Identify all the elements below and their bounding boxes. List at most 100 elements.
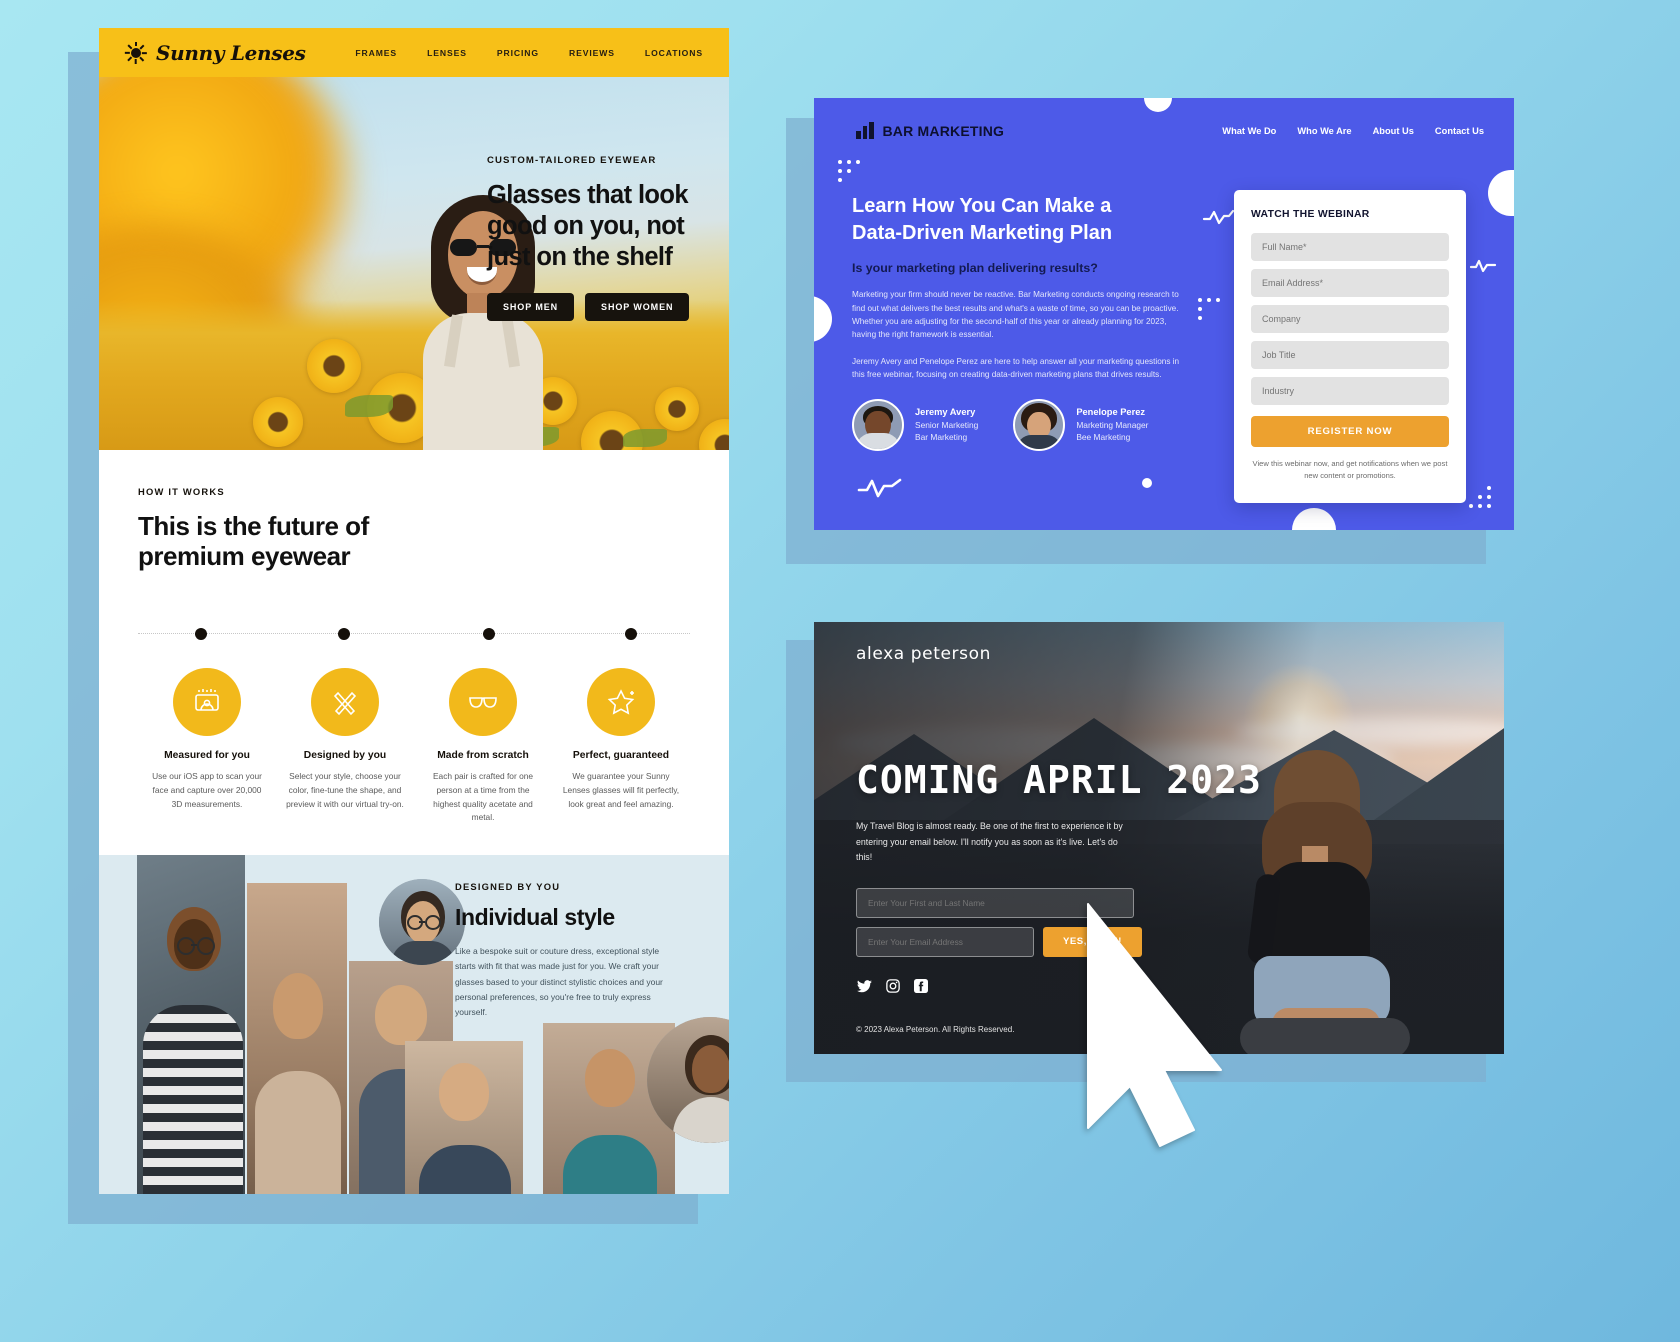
hero-heading-line-3: just on the shelf <box>487 243 673 272</box>
hero-buttons: SHOP MEN SHOP WOMEN <box>487 293 712 322</box>
hero-eyebrow: CUSTOM-TAILORED EYEWEAR <box>487 155 657 166</box>
leaf <box>345 395 393 417</box>
sunny-logo[interactable]: Sunny Lenses <box>125 41 306 65</box>
sunny-hero-copy: CUSTOM-TAILORED EYEWEAR Glasses that loo… <box>487 155 712 322</box>
decor-half-circle <box>814 296 832 342</box>
how-it-works-heading: This is the future of premium eyewear <box>138 511 690 572</box>
individual-style-section: DESIGNED BY YOU Individual style Like a … <box>99 855 729 1194</box>
email-address-input[interactable] <box>856 926 1034 957</box>
sunny-nav-list: FRAMES LENSES PRICING REVIEWS LOCATIONS <box>355 48 703 58</box>
feature-title: Designed by you <box>303 749 387 761</box>
how-heading-line-2: premium eyewear <box>138 541 351 572</box>
feature-card: Measured for you Use our iOS app to scan… <box>138 667 276 825</box>
feature-card: Perfect, guaranteed We guarantee your Su… <box>552 667 690 825</box>
portrait-photo-circle <box>379 879 465 966</box>
bar-chart-icon <box>856 122 874 139</box>
feature-text: Each pair is crafted for one person at a… <box>432 770 534 823</box>
feature-card: Designed by you Select your style, choos… <box>276 667 414 825</box>
feature-text: We guarantee your Sunny Lenses glasses w… <box>562 770 680 809</box>
speaker-role: Marketing Manager Bee Marketing <box>1076 420 1148 444</box>
company-input[interactable] <box>1251 305 1449 333</box>
bar-speakers: Jeremy Avery Senior Marketing Bar Market… <box>852 399 1182 452</box>
speaker-role-line-2: Bar Marketing <box>915 431 968 442</box>
sunny-navbar: Sunny Lenses FRAMES LENSES PRICING REVIE… <box>99 28 729 77</box>
sunflower <box>253 397 303 447</box>
shop-men-button[interactable]: SHOP MEN <box>487 293 575 322</box>
pencil-ruler-icon <box>311 667 379 736</box>
bar-subheading: Is your marketing plan delivering result… <box>852 261 1098 276</box>
pulse-line-icon <box>1469 258 1497 279</box>
portrait-photo <box>247 883 347 1194</box>
webinar-form-title: WATCH THE WEBINAR <box>1251 209 1370 220</box>
email-address-input[interactable] <box>1251 269 1449 297</box>
bar-logo[interactable]: BAR MARKETING <box>856 122 1004 139</box>
dot-grid-decoration <box>838 160 860 182</box>
feature-text: Use our iOS app to scan your face and ca… <box>152 770 262 809</box>
sunflower <box>307 339 361 393</box>
bar-nav-item-what-we-do[interactable]: What We Do <box>1222 126 1276 136</box>
sunny-nav-item-frames[interactable]: FRAMES <box>355 48 397 58</box>
bar-paragraph-2: Jeremy Avery and Penelope Perez are here… <box>852 356 1180 379</box>
register-now-button[interactable]: REGISTER NOW <box>1251 416 1449 447</box>
sunny-nav-item-pricing[interactable]: PRICING <box>497 48 539 58</box>
sun-icon <box>125 41 148 64</box>
sunny-nav-item-locations[interactable]: LOCATIONS <box>645 48 703 58</box>
bar-heading-line-2: Data-Driven Marketing Plan <box>852 222 1113 245</box>
individual-style-label: DESIGNED BY YOU <box>455 881 561 893</box>
copyright-text: © 2023 Alexa Peterson. All Rights Reserv… <box>856 1025 1015 1034</box>
sunny-hero: CUSTOM-TAILORED EYEWEAR Glasses that loo… <box>99 77 729 450</box>
bar-nav-item-contact-us[interactable]: Contact Us <box>1435 126 1484 136</box>
speaker-role-line-1: Senior Marketing <box>915 419 979 430</box>
star-badge-icon <box>587 667 655 736</box>
individual-style-text: Like a bespoke suit or couture dress, ex… <box>455 946 663 1017</box>
bar-marketing-content: Learn How You Can Make a Data-Driven Mar… <box>852 193 1182 452</box>
glasses-icon <box>449 667 517 736</box>
feature-text: Select your style, choose your color, fi… <box>286 770 404 809</box>
pulse-line-icon <box>856 476 904 505</box>
sunny-nav-item-lenses[interactable]: LENSES <box>427 48 467 58</box>
step-dot-1 <box>195 627 207 640</box>
sunny-lenses-page: Sunny Lenses FRAMES LENSES PRICING REVIE… <box>99 28 729 1194</box>
how-it-works-section: HOW IT WORKS This is the future of premi… <box>99 450 729 856</box>
sunny-nav-item-reviews[interactable]: REVIEWS <box>569 48 615 58</box>
bar-nav-item-who-we-are[interactable]: Who We Are <box>1297 126 1351 136</box>
job-title-input[interactable] <box>1251 341 1449 369</box>
dot-grid-decoration <box>1198 298 1220 320</box>
portrait-photo <box>137 855 245 1194</box>
hero-heading-line-2: good on you, not <box>487 212 685 241</box>
how-it-works-cards: Measured for you Use our iOS app to scan… <box>138 667 690 825</box>
bar-heading-line-1: Learn How You Can Make a <box>852 195 1112 217</box>
dot-grid-decoration <box>1469 486 1491 508</box>
speaker-role: Senior Marketing Bar Marketing <box>915 420 978 444</box>
speaker-name: Jeremy Avery <box>915 406 976 417</box>
speaker-role-line-1: Marketing Manager <box>1076 419 1149 430</box>
sunny-brand-name: Sunny Lenses <box>156 40 306 65</box>
step-dot-3 <box>483 627 495 640</box>
alexa-paragraph: My Travel Blog is almost ready. Be one o… <box>856 821 1123 863</box>
bar-paragraph-1: Marketing your firm should never be reac… <box>852 290 1179 340</box>
how-heading-line-1: This is the future of <box>138 511 369 541</box>
decor-circle <box>1292 508 1336 530</box>
mouse-pointer-icon <box>1082 900 1227 1150</box>
full-name-input[interactable] <box>1251 233 1449 261</box>
speaker-role-line-2: Bee Marketing <box>1076 431 1131 442</box>
pulse-line-icon <box>1202 208 1236 231</box>
industry-input[interactable] <box>1251 377 1449 405</box>
portrait-photo-circle <box>647 1017 729 1144</box>
alexa-logo[interactable]: alexa peterson <box>856 644 1276 664</box>
feature-card: Made from scratch Each pair is crafted f… <box>414 667 552 825</box>
facebook-icon[interactable] <box>912 978 929 995</box>
bar-nav-item-about-us[interactable]: About Us <box>1373 126 1414 136</box>
bar-brand-name: BAR MARKETING <box>882 122 1005 139</box>
webinar-form: WATCH THE WEBINAR REGISTER NOW View this… <box>1234 190 1466 503</box>
instagram-icon[interactable] <box>884 978 901 995</box>
bar-heading: Learn How You Can Make a Data-Driven Mar… <box>852 193 1182 247</box>
step-dot-2 <box>338 627 350 640</box>
shop-women-button[interactable]: SHOP WOMEN <box>585 293 690 322</box>
speaker-name: Penelope Perez <box>1076 406 1146 417</box>
how-it-works-label: HOW IT WORKS <box>138 486 225 497</box>
twitter-icon[interactable] <box>856 978 873 995</box>
hero-heading-line-1: Glasses that look <box>487 181 689 209</box>
feature-title: Perfect, guaranteed <box>572 749 670 761</box>
feature-title: Measured for you <box>164 749 250 761</box>
